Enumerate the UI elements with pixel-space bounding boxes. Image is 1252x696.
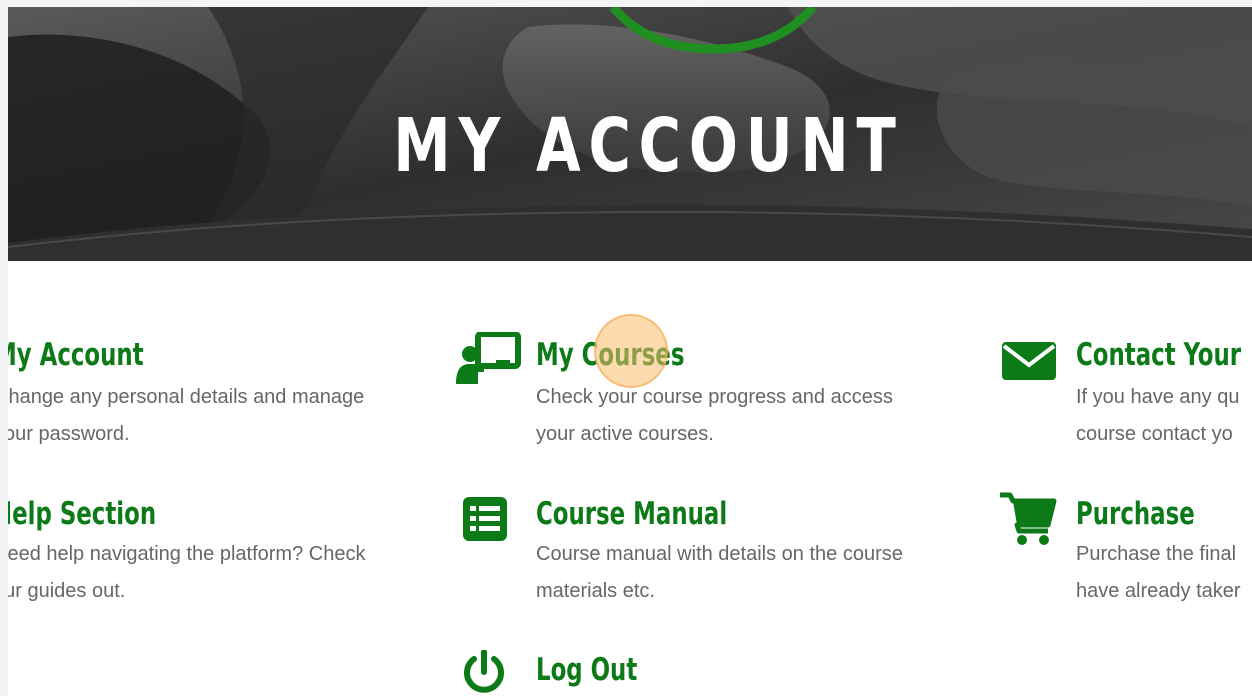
log-out-link[interactable]: Log Out <box>536 652 637 688</box>
my-account-description: Change any personal details and manage y… <box>8 379 364 453</box>
power-icon[interactable] <box>460 649 508 696</box>
my-courses-link[interactable]: My Courses <box>536 337 684 373</box>
contact-description-line: If you have any qu <box>1076 386 1240 408</box>
my-courses-description: Check your course progress and access yo… <box>536 379 893 453</box>
course-manual-link[interactable]: Course Manual <box>536 496 727 532</box>
my-courses-description-line: Check your course progress and access <box>536 386 893 408</box>
contact-link[interactable]: Contact Your <box>1076 337 1241 373</box>
help-section-description-line: our guides out. <box>8 580 126 602</box>
purchase-link[interactable]: Purchase <box>1076 496 1195 532</box>
contact-description-line: course contact yo <box>1076 423 1233 445</box>
help-section-description: Need help navigating the platform? Check… <box>8 536 365 610</box>
help-section-description-line: Need help navigating the platform? Check <box>8 543 366 565</box>
page-title: MY ACCOUNT <box>393 103 904 189</box>
envelope-icon[interactable] <box>1001 341 1057 386</box>
teacher-board-icon[interactable] <box>454 331 522 391</box>
help-section-link[interactable]: Help Section <box>8 496 156 532</box>
purchase-description-line: Purchase the final <box>1076 543 1237 565</box>
my-account-description-line: your password. <box>8 423 130 445</box>
contact-description: If you have any qu course contact yo <box>1076 379 1239 453</box>
shopping-cart-icon[interactable] <box>998 491 1058 552</box>
page: MY ACCOUNT My Account Change any persona… <box>8 7 1252 696</box>
my-account-link[interactable]: My Account <box>8 337 144 373</box>
my-courses-description-line: your active courses. <box>536 423 714 445</box>
course-manual-description: Course manual with details on the course… <box>536 536 903 610</box>
list-icon[interactable] <box>461 495 509 548</box>
course-manual-description-line: Course manual with details on the course <box>536 543 903 565</box>
hero-banner: MY ACCOUNT <box>8 7 1252 261</box>
purchase-description-line: have already taker <box>1076 580 1241 602</box>
my-account-description-line: Change any personal details and manage <box>8 386 365 408</box>
purchase-description: Purchase the final have already taker <box>1076 536 1241 610</box>
course-manual-description-line: materials etc. <box>536 580 655 602</box>
